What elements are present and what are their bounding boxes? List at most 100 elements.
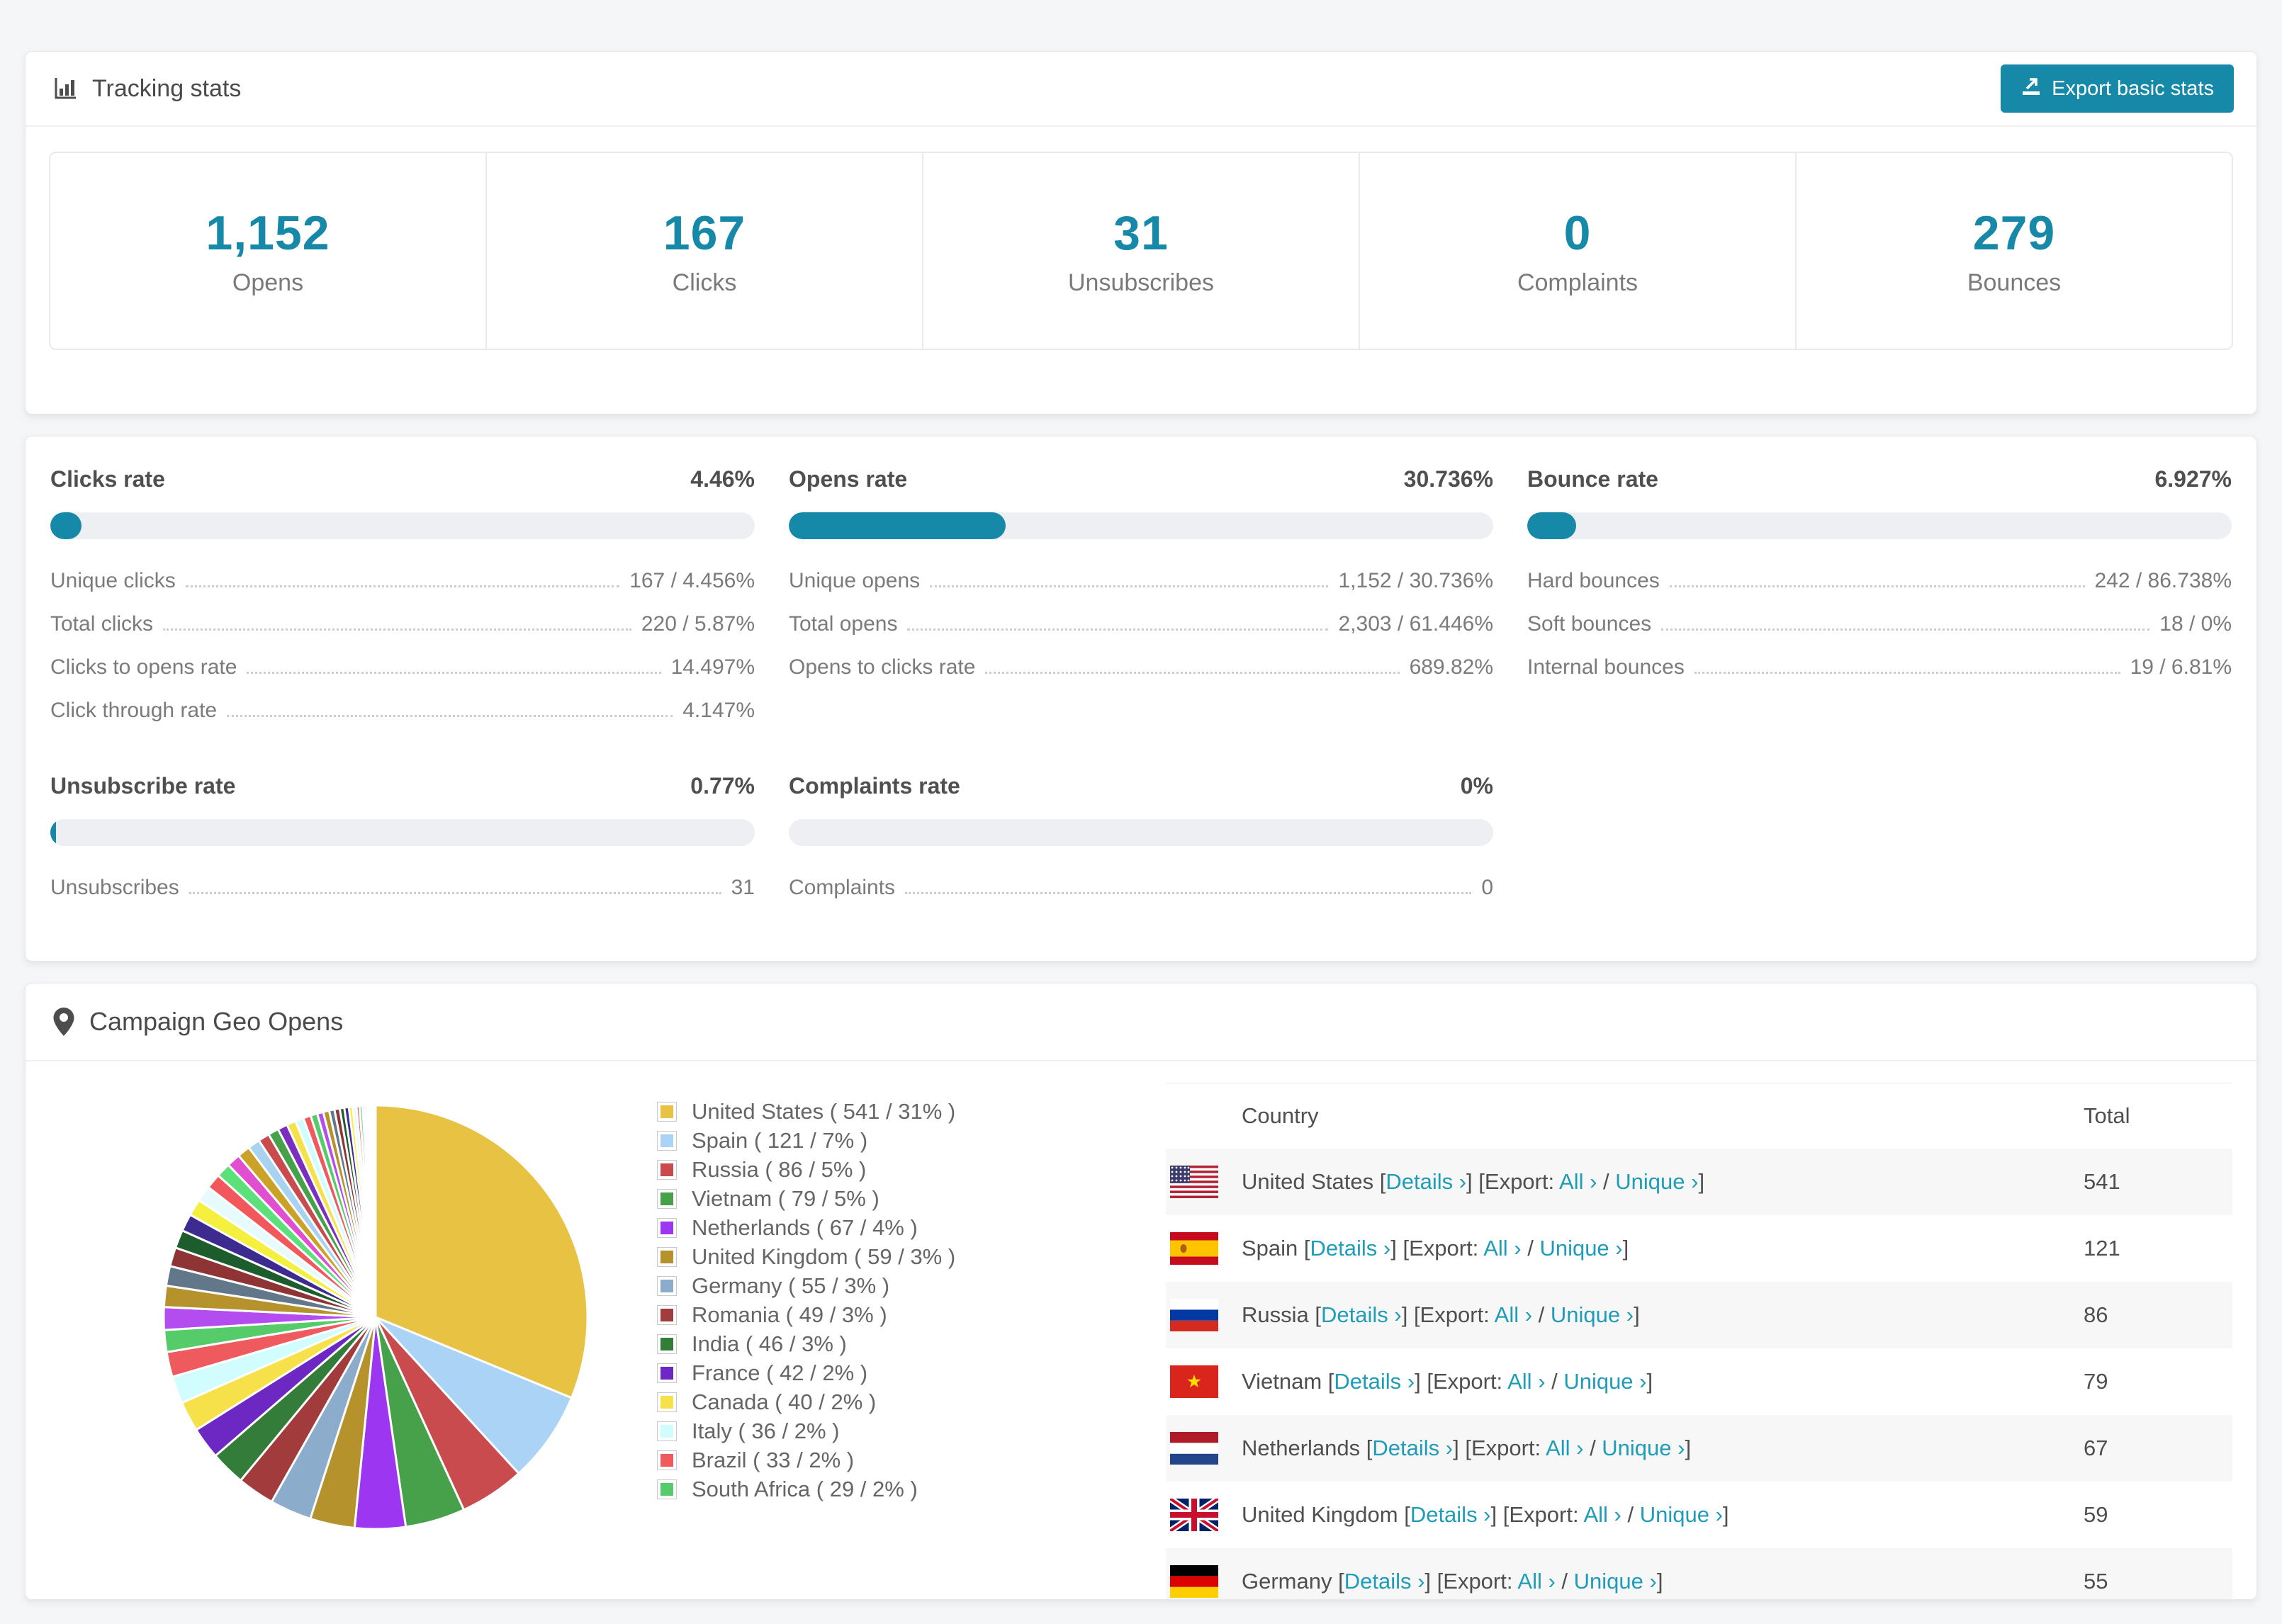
bracket-text: [ <box>1309 1302 1321 1327</box>
legend-item[interactable]: United Kingdom ( 59 / 3% ) <box>658 1242 1166 1271</box>
country-name: Spain <box>1242 1236 1298 1261</box>
export-unique-link[interactable]: Unique › <box>1602 1436 1685 1460</box>
pie-slice[interactable] <box>375 1105 376 1317</box>
legend-swatch <box>658 1480 676 1499</box>
legend-item[interactable]: United States ( 541 / 31% ) <box>658 1097 1166 1126</box>
total-value: 121 <box>2084 1236 2232 1261</box>
progress-bar <box>789 819 1493 846</box>
bracket-text: [ <box>1373 1169 1386 1194</box>
legend-item[interactable]: Italy ( 36 / 2% ) <box>658 1416 1166 1445</box>
bracket-text: ] <box>1424 1569 1437 1594</box>
legend-item[interactable]: Spain ( 121 / 7% ) <box>658 1126 1166 1155</box>
slash-text: / <box>1532 1302 1551 1327</box>
export-all-link[interactable]: All › <box>1517 1569 1555 1594</box>
es-flag-icon <box>1166 1232 1242 1265</box>
total-value: 541 <box>2084 1169 2232 1195</box>
export-unique-link[interactable]: Unique › <box>1539 1236 1622 1261</box>
rate-row-label: Unique clicks <box>50 569 176 593</box>
export-all-link[interactable]: All › <box>1495 1302 1532 1327</box>
geo-table: Country Total United States [Details ›] … <box>1166 1083 2232 1600</box>
legend-item[interactable]: South Africa ( 29 / 2% ) <box>658 1474 1166 1504</box>
stat-label: Bounces <box>1967 269 2061 297</box>
legend-swatch <box>658 1364 676 1382</box>
legend-item[interactable]: Russia ( 86 / 5% ) <box>658 1155 1166 1184</box>
rates-empty-cell <box>1527 773 2232 919</box>
stat-box: 279Bounces <box>1797 153 2232 349</box>
bracket-text: [ <box>1298 1236 1310 1261</box>
table-row: Netherlands [Details ›] [Export: All › /… <box>1166 1415 2232 1482</box>
bracket-text: ] <box>1390 1236 1403 1261</box>
export-unique-link[interactable]: Unique › <box>1574 1569 1657 1594</box>
legend-swatch <box>658 1306 676 1324</box>
rate-row: Complaints0 <box>789 876 1493 900</box>
vn-flag-icon <box>1166 1365 1242 1398</box>
export-unique-link[interactable]: Unique › <box>1640 1502 1723 1527</box>
geo-pie-chart <box>26 1061 658 1536</box>
legend-label: United States ( 541 / 31% ) <box>692 1099 955 1124</box>
legend-item[interactable]: France ( 42 / 2% ) <box>658 1358 1166 1387</box>
bracket-text: [ <box>1332 1569 1344 1594</box>
legend-item[interactable]: Canada ( 40 / 2% ) <box>658 1387 1166 1416</box>
rate-row-label: Complaints <box>789 876 895 900</box>
geo-header: Campaign Geo Opens <box>26 983 2256 1061</box>
legend-item[interactable]: Vietnam ( 79 / 5% ) <box>658 1184 1166 1213</box>
bracket-text: ] <box>1698 1169 1704 1194</box>
tracking-stats-card: Tracking stats Export basic stats 1,152O… <box>25 51 2257 415</box>
rate-row: Hard bounces242 / 86.738% <box>1527 569 2232 593</box>
rate-row: Total clicks220 / 5.87% <box>50 612 755 636</box>
export-basic-stats-button[interactable]: Export basic stats <box>2001 64 2234 113</box>
rate-row-label: Total opens <box>789 612 897 636</box>
export-prefix: [Export: <box>1465 1436 1546 1460</box>
export-unique-link[interactable]: Unique › <box>1563 1369 1646 1394</box>
rate-panel: Bounce rate6.927% Hard bounces242 / 86.73… <box>1527 466 2232 742</box>
export-prefix: [Export: <box>1503 1502 1584 1527</box>
progress-bar <box>789 512 1493 539</box>
rate-title: Opens rate <box>789 466 907 492</box>
rate-title: Unsubscribe rate <box>50 773 235 799</box>
rate-row-value: 14.497% <box>671 655 755 680</box>
legend-item[interactable]: India ( 46 / 3% ) <box>658 1329 1166 1358</box>
export-all-link[interactable]: All › <box>1559 1169 1597 1194</box>
details-link[interactable]: Details › <box>1372 1436 1453 1460</box>
rate-row: Clicks to opens rate14.497% <box>50 655 755 680</box>
dotted-leader <box>247 672 661 674</box>
de-flag-icon <box>1166 1565 1242 1598</box>
export-all-link[interactable]: All › <box>1583 1502 1621 1527</box>
stat-value: 1,152 <box>206 205 330 261</box>
rate-value: 0.77% <box>690 773 755 799</box>
legend-swatch <box>658 1219 676 1237</box>
total-column-header: Total <box>2084 1103 2232 1129</box>
details-link[interactable]: Details › <box>1310 1236 1391 1261</box>
details-link[interactable]: Details › <box>1386 1169 1466 1194</box>
table-row: Germany [Details ›] [Export: All › / Uni… <box>1166 1548 2232 1600</box>
export-unique-link[interactable]: Unique › <box>1615 1169 1698 1194</box>
legend-item[interactable]: Germany ( 55 / 3% ) <box>658 1271 1166 1300</box>
details-link[interactable]: Details › <box>1410 1502 1491 1527</box>
slash-text: / <box>1597 1169 1615 1194</box>
rate-row-label: Unsubscribes <box>50 876 179 900</box>
bracket-text: [ <box>1360 1436 1372 1460</box>
export-all-link[interactable]: All › <box>1507 1369 1545 1394</box>
export-unique-link[interactable]: Unique › <box>1551 1302 1634 1327</box>
stat-box: 167Clicks <box>487 153 923 349</box>
export-all-link[interactable]: All › <box>1546 1436 1583 1460</box>
details-link[interactable]: Details › <box>1334 1369 1415 1394</box>
rate-row-value: 242 / 86.738% <box>2095 569 2232 593</box>
rate-title: Complaints rate <box>789 773 960 799</box>
legend-item[interactable]: Netherlands ( 67 / 4% ) <box>658 1213 1166 1242</box>
details-link[interactable]: Details › <box>1321 1302 1402 1327</box>
rate-head: Bounce rate6.927% <box>1527 466 2232 492</box>
rate-panel: Clicks rate4.46%Unique clicks167 / 4.456… <box>50 466 755 742</box>
total-value: 55 <box>2084 1569 2232 1594</box>
bracket-text: ] <box>1415 1369 1427 1394</box>
rate-row-label: Unique opens <box>789 569 920 593</box>
details-link[interactable]: Details › <box>1344 1569 1425 1594</box>
legend-swatch <box>658 1335 676 1353</box>
legend-item[interactable]: Brazil ( 33 / 2% ) <box>658 1445 1166 1474</box>
rate-row: Internal bounces19 / 6.81% <box>1527 655 2232 680</box>
bracket-text: ] <box>1685 1436 1691 1460</box>
legend-item[interactable]: Romania ( 49 / 3% ) <box>658 1300 1166 1329</box>
export-all-link[interactable]: All › <box>1483 1236 1521 1261</box>
rates-bottom-row: Unsubscribe rate0.77%Unsubscribes31Compl… <box>50 773 2232 919</box>
bracket-text: ] <box>1402 1302 1414 1327</box>
